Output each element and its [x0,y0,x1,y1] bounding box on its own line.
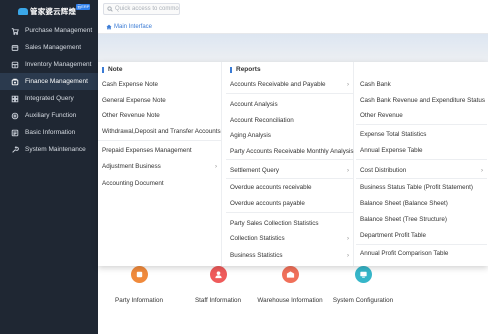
sidebar-item-label: Basic Information [25,129,76,136]
logo-text: 管家婆云辉煌 [30,6,77,16]
menu-item-business-statistics[interactable]: Business Statistics › [230,252,349,259]
menu-item-party-sales-collection[interactable]: Party Sales Collection Statistics [230,220,349,227]
menu-item-balance-sheet[interactable]: Balance Sheet (Balance Sheet) [360,200,483,207]
info-icon [10,128,19,137]
reports-column-2: Cash Bank Cash Bank Revenue and Expendit… [356,62,487,266]
chevron-right-icon: › [347,235,349,242]
search-icon [107,6,113,12]
shortcut-label: Warehouse Information [257,297,323,304]
sidebar-item-sales[interactable]: Sales Management [0,39,98,56]
finance-icon [10,77,19,86]
sidebar-item-auxiliary[interactable]: Auxiliary Function [0,107,98,124]
sidebar-item-label: Sales Management [25,44,82,51]
sidebar: 管家婆云辉煌 云ERP Purchase Management Sales Ma… [0,0,98,334]
chevron-right-icon: › [347,167,349,174]
warehouse-icon [281,266,299,283]
sidebar-item-basic-info[interactable]: Basic Information [0,124,98,141]
menu-item-accounts-receivable-payable[interactable]: Accounts Receivable and Payable › [230,81,349,88]
menu-item-expense-total-statistics[interactable]: Expense Total Statistics [360,131,483,138]
menu-item-department-profit-table[interactable]: Department Profit Table [360,232,483,239]
chevron-right-icon: › [347,252,349,259]
menu-item-accounting-document[interactable]: Accounting Document [102,180,217,187]
note-column: Note Cash Expense Note General Expense N… [98,62,222,266]
shortcut-label: Party Information [115,297,163,304]
search-placeholder: Quick access to commo [115,6,179,12]
menu-item-annual-profit-comparison[interactable]: Annual Profit Comparison Table [360,250,483,257]
chevron-right-icon: › [347,81,349,88]
sidebar-item-label: Finance Management [25,78,88,85]
sidebar-item-label: Auxiliary Function [25,112,77,119]
menu-item-cost-distribution[interactable]: Cost Distribution › [360,167,483,174]
menu-item-business-status-table[interactable]: Business Status Table (Profit Statement) [360,184,483,191]
menu-item-balance-sheet-tree[interactable]: Balance Sheet (Tree Structure) [360,216,483,223]
menu-item-other-revenue[interactable]: Other Revenue [360,112,483,119]
sidebar-item-label: System Maintenance [25,146,86,153]
query-icon [10,94,19,103]
sidebar-item-system-maintenance[interactable]: System Maintenance [0,141,98,158]
shortcut-label: Staff Information [194,297,242,304]
chevron-right-icon: › [215,163,217,170]
reports-heading: Reports [230,66,261,73]
menu-item-other-revenue-note[interactable]: Other Revenue Note [102,112,217,119]
menu-item-withdrawal-deposit-transfer[interactable]: Withdrawal,Deposit and Transfer Accounts [102,128,221,135]
sidebar-item-inventory[interactable]: Inventory Management [0,56,98,73]
tab-label: Main Interface [114,23,153,30]
menu-item-prepaid-expenses[interactable]: Prepaid Expenses Management [102,147,217,154]
finance-dropdown-menu: Note Cash Expense Note General Expense N… [98,62,488,266]
banner [98,34,488,64]
sidebar-item-label: Purchase Management [25,27,93,34]
inventory-icon [10,60,19,69]
menu-item-party-ar-monthly[interactable]: Party Accounts Receivable Monthly Analys… [230,148,354,155]
menu-item-account-analysis[interactable]: Account Analysis [230,101,349,108]
sales-icon [10,43,19,52]
cart-icon [10,26,19,35]
sidebar-item-purchase[interactable]: Purchase Management [0,22,98,39]
menu-item-overdue-receivable[interactable]: Overdue accounts receivable [230,184,349,191]
menu-item-cash-bank[interactable]: Cash Bank [360,81,483,88]
menu-item-cash-expense-note[interactable]: Cash Expense Note [102,81,217,88]
menu-item-cash-bank-revenue-expenditure[interactable]: Cash Bank Revenue and Expenditure Status [360,97,485,104]
menu-item-adjustment-business[interactable]: Adjustment Business › [102,163,217,170]
menu-item-general-expense-note[interactable]: General Expense Note [102,97,217,104]
menu-item-overdue-payable[interactable]: Overdue accounts payable [230,200,349,207]
menu-item-settlement-query[interactable]: Settlement Query › [230,167,349,174]
search-input[interactable]: Quick access to commo [103,3,180,15]
sidebar-item-finance[interactable]: Finance Management [0,73,98,90]
system-config-panel: Party Information Staff Information Ware… [98,264,488,334]
menu-item-collection-statistics[interactable]: Collection Statistics › [230,235,349,242]
sidebar-item-label: Inventory Management [25,61,92,68]
menu-item-annual-expense-table[interactable]: Annual Expense Table [360,147,483,154]
auxiliary-icon [10,111,19,120]
menu-item-aging-analysis[interactable]: Aging Analysis [230,132,349,139]
maintenance-icon [10,145,19,154]
party-information-shortcut[interactable]: Party Information [104,266,174,304]
staff-information-shortcut[interactable]: Staff Information [183,266,253,304]
tab-main-interface[interactable]: Main Interface [106,21,152,32]
sidebar-item-label: Integrated Query [25,95,74,102]
logo-badge: 云ERP [76,4,91,10]
home-icon [106,24,112,29]
top-bar: Quick access to commo [98,0,488,18]
menu-item-account-reconciliation[interactable]: Account Reconciliation [230,117,349,124]
warehouse-information-shortcut[interactable]: Warehouse Information [255,266,325,304]
party-icon [130,266,148,283]
logo: 管家婆云辉煌 云ERP [0,0,98,22]
system-configuration-shortcut[interactable]: System Configuration [328,266,398,304]
shortcut-label: System Configuration [332,297,394,304]
system-config-icon [354,266,372,283]
tab-bar: Main Interface [98,18,488,34]
reports-column: Reports Accounts Receivable and Payable ›… [226,62,354,266]
staff-icon [209,266,227,283]
sidebar-item-integrated-query[interactable]: Integrated Query [0,90,98,107]
note-heading: Note [102,66,122,73]
chevron-right-icon: › [481,167,483,174]
logo-mark-icon [18,7,28,15]
